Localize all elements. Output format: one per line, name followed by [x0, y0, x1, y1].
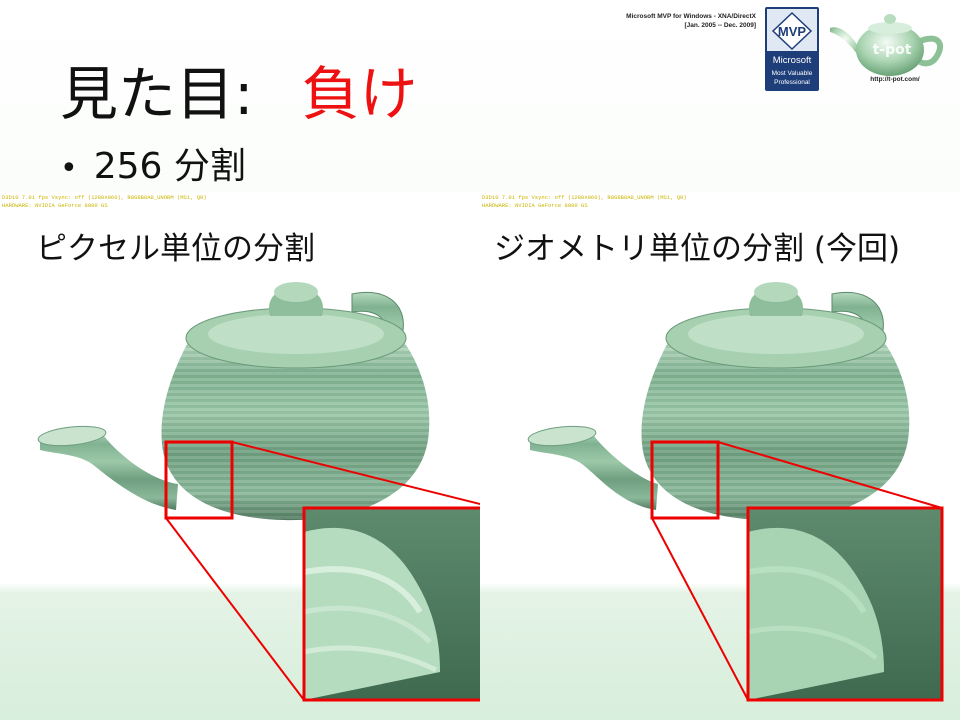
mvp-badge-title: MVP [778, 24, 807, 39]
debug-line2: HARDWARE: NVIDIA GeForce 8800 GS [2, 202, 108, 209]
slide-title: 見た目: 負け [60, 54, 418, 134]
mvp-badge-line1: Microsoft [773, 55, 812, 66]
mvp-caption: Microsoft MVP for Windows - XNA/DirectX … [560, 12, 756, 30]
mvp-badge: MVP Microsoft Most Valuable Professional [765, 7, 819, 91]
mvp-caption-line2: [Jan. 2005 -- Dec. 2009] [684, 22, 756, 29]
logo-url: http://t-pot.com/ [870, 76, 920, 83]
mvp-badge-line3: Professional [774, 79, 810, 86]
comparison-panel-geometry: D3D10 7.01 fps Vsync: off (1280x960), R8… [480, 192, 960, 720]
debug-line1: D3D10 7.01 fps Vsync: off (1280x960), R8… [2, 194, 207, 201]
bullet-item: • 256 分割 [60, 142, 246, 192]
teapot-logo-text: t-pot [873, 42, 912, 58]
panel-label: ジオメトリ単位の分割 (今回) [494, 231, 901, 267]
bullet-text: 256 分割 [93, 146, 246, 187]
debug-line1: D3D10 7.01 fps Vsync: off (1280x960), R8… [482, 194, 687, 201]
zoom-inset [746, 506, 944, 702]
teapot-logo: t-pot [830, 14, 944, 76]
bullet-icon: • [60, 151, 78, 186]
zoom-inset [302, 506, 480, 702]
debug-overlay: D3D10 7.01 fps Vsync: off (1280x960), R8… [2, 194, 207, 210]
debug-overlay: D3D10 7.01 fps Vsync: off (1280x960), R8… [482, 194, 687, 210]
slide-title-accent: 負け [301, 60, 418, 128]
comparison-panel-pixel: D3D10 7.01 fps Vsync: off (1280x960), R8… [0, 192, 480, 720]
debug-line2: HARDWARE: NVIDIA GeForce 8800 GS [482, 202, 588, 209]
mvp-caption-line1: Microsoft MVP for Windows - XNA/DirectX [626, 13, 756, 20]
slide-title-main: 見た目: [60, 60, 254, 128]
mvp-badge-line2: Most Valuable [772, 70, 813, 77]
panel-label: ピクセル単位の分割 [36, 231, 315, 267]
